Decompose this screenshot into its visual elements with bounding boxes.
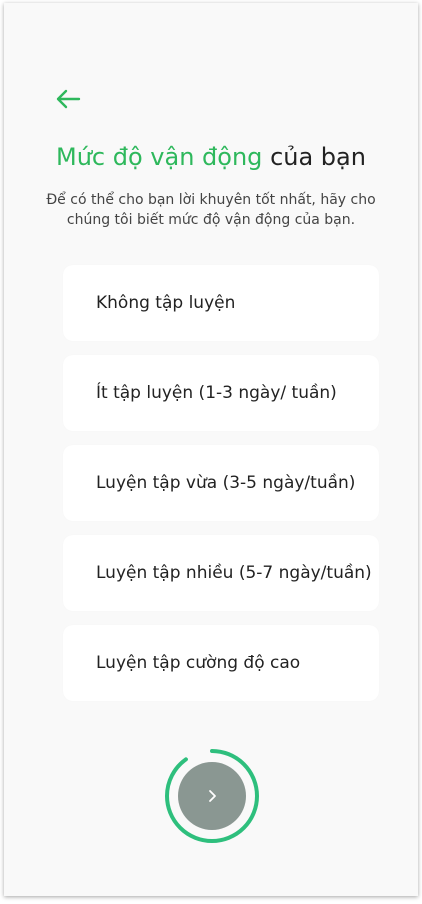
page-title-rest: của bạn: [270, 143, 366, 171]
page-subtitle: Để có thể cho bạn lời khuyên tốt nhất, h…: [46, 192, 376, 228]
option-light-exercise[interactable]: Ít tập luyện (1-3 ngày/ tuần): [63, 355, 379, 431]
next-button[interactable]: [178, 762, 246, 830]
chevron-right-icon: [209, 790, 216, 802]
option-heavy-exercise[interactable]: Luyện tập nhiều (5-7 ngày/tuần): [63, 535, 379, 611]
option-label: Ít tập luyện (1-3 ngày/ tuần): [96, 383, 337, 403]
option-moderate-exercise[interactable]: Luyện tập vừa (3-5 ngày/tuần): [63, 445, 379, 521]
option-label: Không tập luyện: [96, 293, 236, 313]
page-title-accent: Mức độ vận động: [56, 143, 263, 171]
option-no-exercise[interactable]: Không tập luyện: [63, 265, 379, 341]
option-label: Luyện tập cường độ cao: [96, 653, 301, 673]
option-label: Luyện tập vừa (3-5 ngày/tuần): [96, 473, 356, 493]
screen: Mức độ vận động của bạn Để có thể cho bạ…: [4, 3, 418, 896]
next-progress: [164, 748, 260, 844]
arrow-left-icon: [56, 89, 81, 109]
option-high-intensity[interactable]: Luyện tập cường độ cao: [63, 625, 379, 701]
activity-options-list: Không tập luyện Ít tập luyện (1-3 ngày/ …: [63, 265, 379, 715]
page-title: Mức độ vận động của bạn: [4, 143, 418, 171]
option-label: Luyện tập nhiều (5-7 ngày/tuần): [96, 563, 372, 583]
back-button[interactable]: [52, 85, 84, 113]
